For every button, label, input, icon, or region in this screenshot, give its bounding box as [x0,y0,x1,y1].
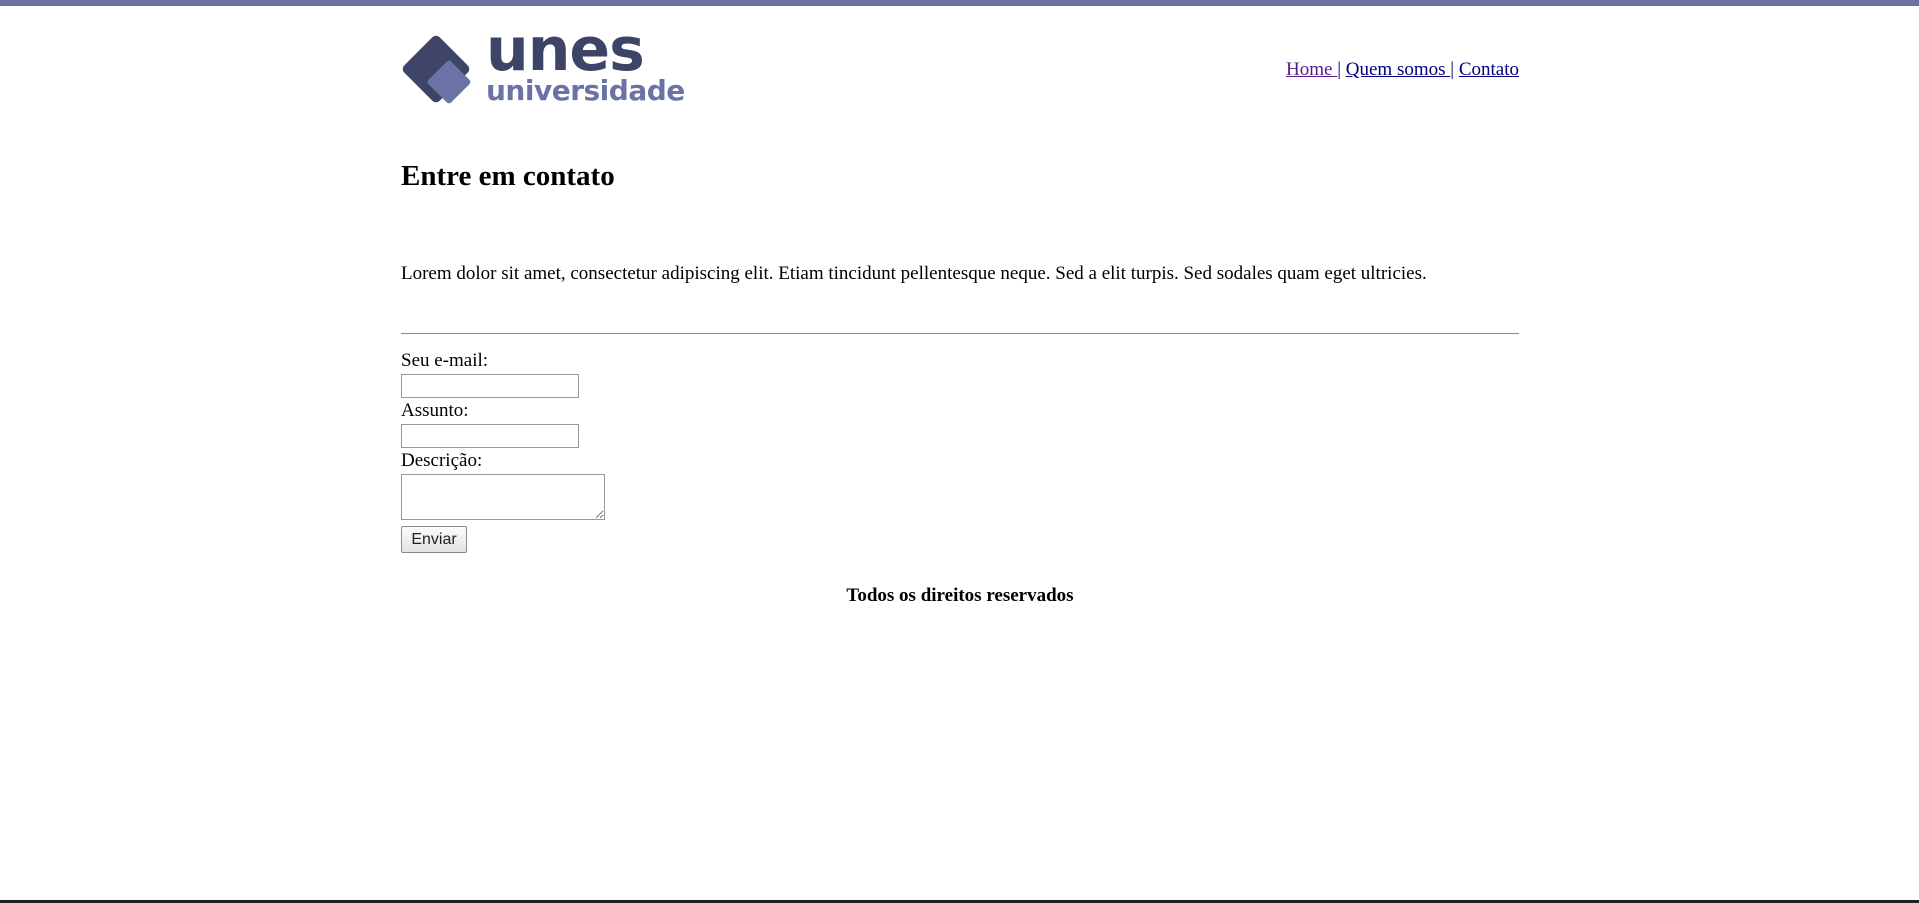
submit-button[interactable]: Enviar [401,526,467,553]
site-footer: Todos os direitos reservados [846,585,1074,606]
email-label: Seu e-mail: [401,350,489,371]
description-textarea[interactable] [401,474,605,520]
site-logo[interactable]: unes universidade [401,20,685,110]
diamond-logo-icon [402,35,471,104]
main-nav: Home | Quem somos | Contato [1286,58,1519,82]
page-container: unes universidade Home | Quem somos | Co… [401,6,1519,606]
subject-label: Assunto: [401,400,469,421]
section-divider [401,333,1519,334]
nav-separator: | [1450,59,1455,80]
intro-paragraph: Lorem dolor sit amet, consectetur adipis… [401,263,1427,284]
logo-subtitle: universidade [486,74,685,107]
nav-link-quem-somos[interactable]: Quem somos [1346,59,1451,80]
description-label: Descrição: [401,450,483,471]
nav-link-home[interactable]: Home [1286,59,1337,80]
nav-link-contato[interactable]: Contato [1459,59,1519,80]
subject-field[interactable] [401,424,579,448]
site-header: unes universidade Home | Quem somos | Co… [401,6,1519,116]
logo-wordmark: unes [486,15,645,85]
contact-form: Seu e-mail: Assunto: Descrição: Enviar [401,350,801,553]
email-field[interactable] [401,374,579,398]
page-title: Entre em contato [401,160,615,192]
nav-separator: | [1337,59,1342,80]
